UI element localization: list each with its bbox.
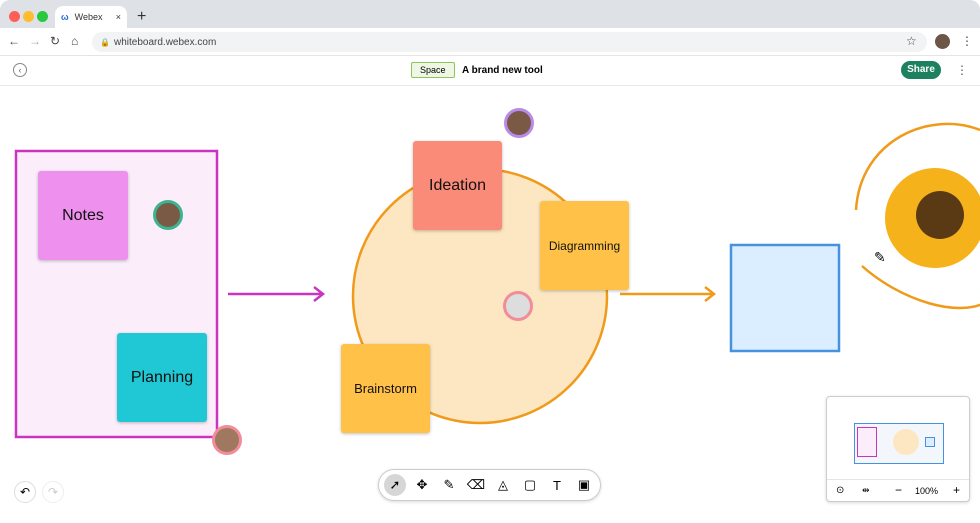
- zoom-out-button[interactable]: −: [895, 483, 902, 497]
- collaborator-avatar: [153, 200, 183, 230]
- redo-button[interactable]: ↷: [42, 481, 64, 503]
- sticky-brainstorm[interactable]: Brainstorm: [341, 344, 430, 433]
- collaborator-avatar: [504, 108, 534, 138]
- pencil-cursor-icon: ✎: [874, 249, 886, 265]
- sticky-notes[interactable]: Notes: [38, 171, 128, 260]
- minimap-toggle-icon[interactable]: ⊙: [836, 485, 844, 496]
- blue-square: [729, 243, 841, 353]
- shapes-tool-icon[interactable]: ◬: [492, 474, 514, 496]
- eraser-tool-icon[interactable]: ⌫: [465, 474, 487, 496]
- zoom-in-button[interactable]: +: [953, 483, 960, 497]
- undo-button[interactable]: ↶: [14, 481, 36, 503]
- text-tool-icon[interactable]: T: [546, 474, 568, 496]
- sticky-ideation[interactable]: Ideation: [413, 141, 502, 230]
- sunflower-image: [885, 168, 980, 268]
- move-tool-icon[interactable]: ✥: [411, 474, 433, 496]
- collaborator-avatar: [503, 291, 533, 321]
- minimap-viewport[interactable]: [854, 423, 944, 464]
- zoom-level: 100%: [915, 486, 939, 496]
- drawing-toolbar: ➚ ✥ ✎ ⌫ ◬ ▢ T ▣: [378, 469, 601, 501]
- sticky-diagramming[interactable]: Diagramming: [540, 201, 629, 290]
- sticky-note-tool-icon[interactable]: ▢: [519, 474, 541, 496]
- minimap-panel: ⊙ ⇹ − 100% +: [826, 396, 970, 502]
- pen-tool-icon[interactable]: ✎: [438, 474, 460, 496]
- select-tool-icon[interactable]: ➚: [384, 474, 406, 496]
- sticky-planning[interactable]: Planning: [117, 333, 207, 422]
- image-tool-icon[interactable]: ▣: [573, 474, 595, 496]
- collaborator-avatar: [212, 425, 242, 455]
- fit-width-icon[interactable]: ⇹: [862, 485, 870, 496]
